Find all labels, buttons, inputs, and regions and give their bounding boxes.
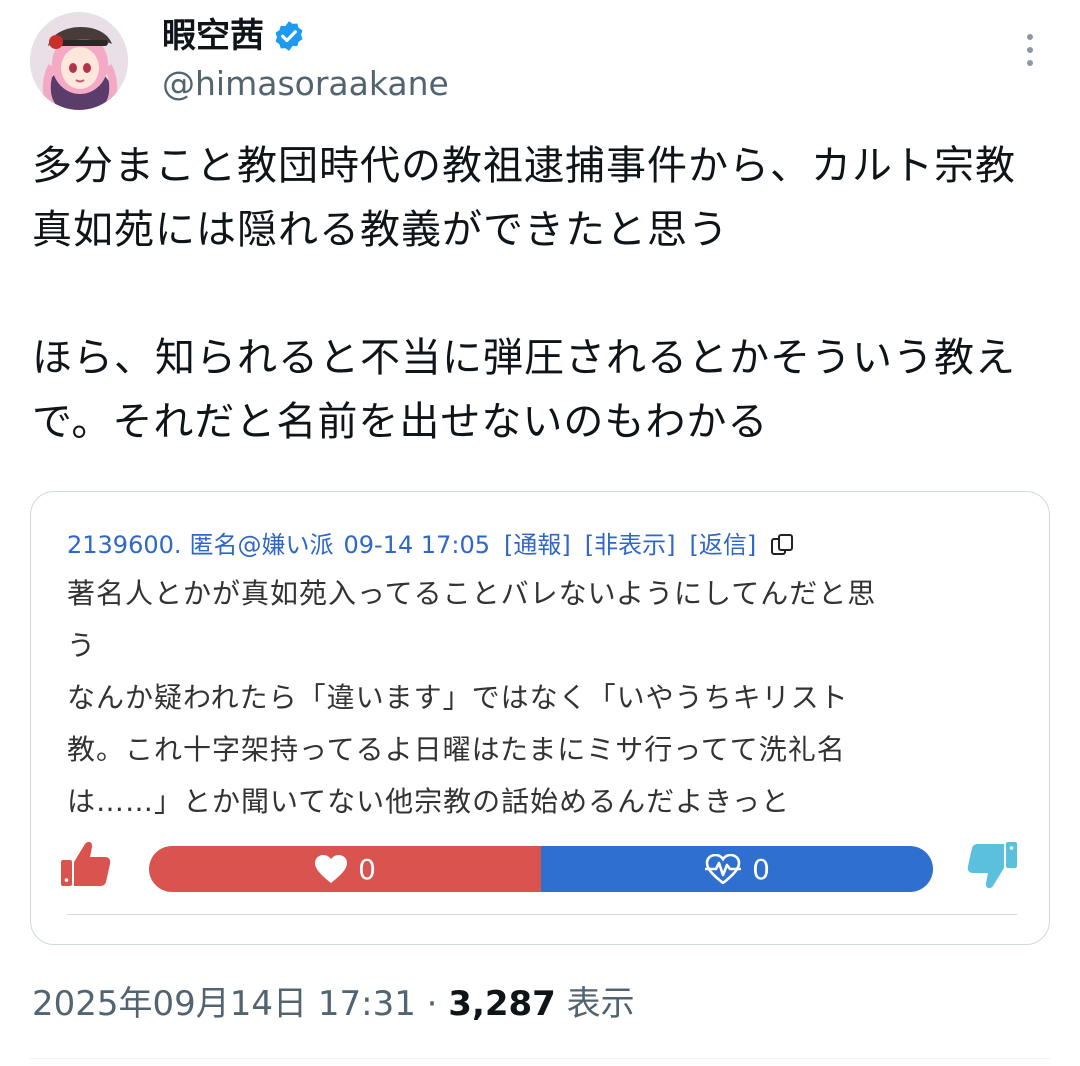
- vote-row: 0 0: [59, 838, 1023, 894]
- attached-image-card[interactable]: 2139600. 匿名@嫌い派 09-14 17:05 [通報] [非表示] […: [30, 491, 1050, 945]
- good-vote-button[interactable]: 0: [149, 846, 541, 892]
- view-label: 表示: [555, 984, 635, 1024]
- post-body: 著名人とかが真如苑入ってることバレないようにしてんだと思 う なんか疑われたら「…: [67, 568, 1007, 828]
- bad-count: 0: [752, 852, 770, 886]
- tweet-meta: 2025年09月14日 17:31 · 3,287 表示: [32, 980, 635, 1028]
- report-link[interactable]: [通報]: [504, 528, 571, 562]
- avatar-image: [30, 12, 128, 110]
- post-author: 匿名@嫌い派: [189, 531, 334, 559]
- verified-badge-icon: [275, 21, 303, 51]
- hide-link[interactable]: [非表示]: [585, 528, 676, 562]
- post-line: 教。これ十字架持ってるよ日曜はたまにミサ行ってて洗礼名: [67, 733, 846, 766]
- timestamp[interactable]: 2025年09月14日 17:31: [32, 984, 416, 1024]
- card-divider: [67, 914, 1017, 915]
- thumbs-up-icon[interactable]: [59, 838, 111, 890]
- heart-pulse-icon: [705, 854, 742, 884]
- post-meta: 2139600. 匿名@嫌い派 09-14 17:05 [通報] [非表示] […: [67, 528, 796, 562]
- post-line: 著名人とかが真如苑入ってることバレないようにしてんだと思: [67, 577, 877, 610]
- vote-bar: 0 0: [149, 846, 933, 892]
- post-datetime: 09-14 17:05: [343, 531, 491, 559]
- heart-icon: [315, 855, 348, 883]
- bad-vote-button[interactable]: 0: [541, 846, 933, 892]
- post-number: 2139600.: [67, 531, 182, 559]
- tweet-paragraph-2: ほら、知られると不当に弾圧されるとかそういう教えで。それだと名前を出せないのもわ…: [32, 335, 1016, 445]
- reply-link[interactable]: [返信]: [690, 528, 757, 562]
- post-line: なんか疑われたら「違います」ではなく「いやうちキリスト: [67, 681, 849, 714]
- tweet-page: 暇空茜 @himasoraakane 多分まこと教団時代の教祖逮捕事件から、カル…: [0, 0, 1080, 1066]
- display-name[interactable]: 暇空茜: [162, 14, 264, 58]
- post-line: は……」とか聞いてない他宗教の話始めるんだよきっと: [67, 785, 791, 818]
- copy-icon[interactable]: [770, 532, 796, 558]
- view-count: 3,287: [448, 984, 556, 1024]
- thumbs-down-icon[interactable]: [967, 840, 1019, 892]
- avatar[interactable]: [30, 12, 128, 110]
- post-line: う: [67, 629, 97, 662]
- more-options-icon[interactable]: [1018, 30, 1042, 70]
- good-count: 0: [358, 852, 376, 886]
- tweet-paragraph-1: 多分まこと教団時代の教祖逮捕事件から、カルト宗教真如苑には隠れる教義ができたと思…: [32, 143, 1016, 253]
- bottom-divider: [30, 1058, 1050, 1059]
- display-name-row[interactable]: 暇空茜: [162, 14, 306, 58]
- tweet-text: 多分まこと教団時代の教祖逮捕事件から、カルト宗教真如苑には隠れる教義ができたと思…: [32, 134, 1052, 454]
- meta-separator: ·: [415, 984, 449, 1024]
- user-handle[interactable]: @himasoraakane: [162, 64, 449, 104]
